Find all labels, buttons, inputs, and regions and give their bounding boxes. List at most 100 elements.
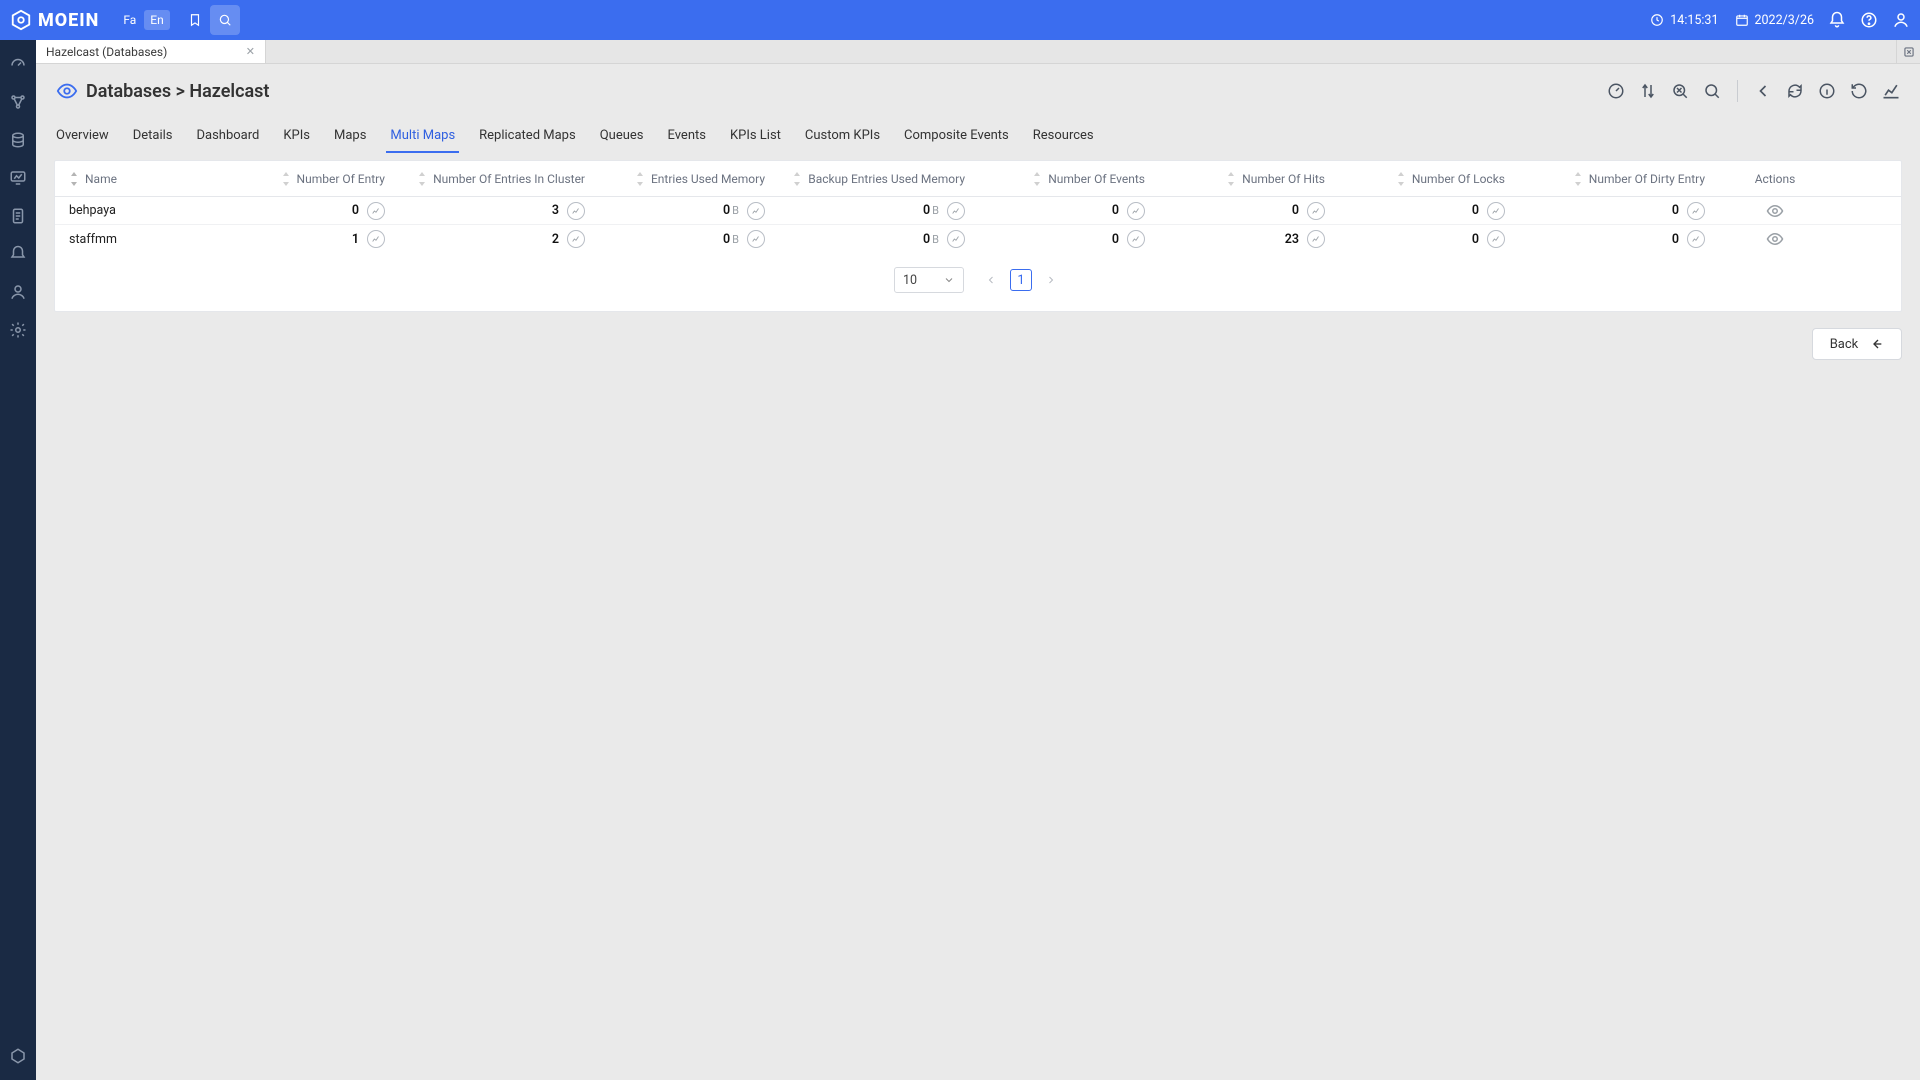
- col-cluster[interactable]: Number Of Entries In Cluster: [395, 172, 595, 186]
- subtab-kpis[interactable]: KPIs: [281, 122, 312, 153]
- toolbar-divider: [1737, 80, 1738, 102]
- user-button[interactable]: [1892, 11, 1910, 29]
- table-header: Name Number Of Entry Number Of Entries I…: [55, 161, 1901, 197]
- col-events[interactable]: Number Of Events: [975, 172, 1155, 186]
- rail-topology-icon[interactable]: [8, 92, 28, 112]
- cell-events: 0: [975, 202, 1155, 220]
- clock-time: 14:15:31: [1670, 13, 1718, 28]
- subtab-composite-events[interactable]: Composite Events: [902, 122, 1011, 153]
- rail-collapse-icon[interactable]: [8, 1046, 28, 1066]
- subtab-custom-kpis[interactable]: Custom KPIs: [803, 122, 882, 153]
- col-backup-mem[interactable]: Backup Entries Used Memory: [775, 172, 975, 186]
- history-chart-icon[interactable]: [1687, 230, 1705, 248]
- toolbar-reset-icon[interactable]: [1848, 80, 1870, 102]
- notifications-button[interactable]: [1828, 11, 1846, 29]
- history-chart-icon[interactable]: [947, 202, 965, 220]
- rail-dashboard-icon[interactable]: [8, 54, 28, 74]
- tab-close-icon[interactable]: ✕: [246, 45, 255, 58]
- col-name[interactable]: Name: [55, 172, 245, 186]
- search-button[interactable]: [210, 5, 240, 35]
- subtab-multi-maps[interactable]: Multi Maps: [388, 122, 457, 153]
- cell-entry: 0: [245, 202, 395, 220]
- history-chart-icon[interactable]: [1487, 202, 1505, 220]
- col-dirty[interactable]: Number Of Dirty Entry: [1515, 172, 1715, 186]
- lang-fa[interactable]: Fa: [117, 10, 142, 30]
- page-number[interactable]: 1: [1010, 269, 1032, 291]
- view-row-icon[interactable]: [1766, 230, 1784, 248]
- page-next[interactable]: [1040, 269, 1062, 291]
- history-chart-icon[interactable]: [747, 202, 765, 220]
- col-hits[interactable]: Number Of Hits: [1155, 172, 1335, 186]
- col-locks[interactable]: Number Of Locks: [1335, 172, 1515, 186]
- visibility-icon[interactable]: [54, 78, 80, 104]
- history-chart-icon[interactable]: [567, 202, 585, 220]
- cell-dirty: 0: [1515, 202, 1715, 220]
- rail-settings-icon[interactable]: [8, 320, 28, 340]
- history-chart-icon[interactable]: [747, 230, 765, 248]
- back-button[interactable]: Back: [1812, 328, 1902, 360]
- page-toolbar: [1605, 80, 1902, 102]
- history-chart-icon[interactable]: [1307, 230, 1325, 248]
- date: 2022/3/26: [1733, 11, 1815, 29]
- tab-hazelcast[interactable]: Hazelcast (Databases) ✕: [36, 40, 266, 63]
- cell-entry: 1: [245, 230, 395, 248]
- cell-used-mem: 0B: [595, 202, 775, 220]
- toolbar-search-icon[interactable]: [1701, 80, 1723, 102]
- subtab-dashboard[interactable]: Dashboard: [194, 122, 261, 153]
- cell-used-mem: 0B: [595, 230, 775, 248]
- cell-dirty: 0: [1515, 230, 1715, 248]
- clock-icon: [1648, 11, 1666, 29]
- brand-text: MOEIN: [38, 10, 99, 31]
- arrow-left-icon: [1868, 336, 1884, 352]
- history-chart-icon[interactable]: [947, 230, 965, 248]
- toolbar-refresh-icon[interactable]: [1784, 80, 1806, 102]
- toolbar-back-icon[interactable]: [1752, 80, 1774, 102]
- top-bar: MOEIN Fa En 14:15:31 2022/3/26: [0, 0, 1920, 40]
- rail-monitor-icon[interactable]: [8, 168, 28, 188]
- subtab-overview[interactable]: Overview: [54, 122, 111, 153]
- brand-hex-icon: [10, 9, 32, 31]
- cell-backup-mem: 0B: [775, 202, 975, 220]
- history-chart-icon[interactable]: [567, 230, 585, 248]
- rail-alerts-icon[interactable]: [8, 244, 28, 264]
- bookmark-button[interactable]: [180, 5, 210, 35]
- rail-database-icon[interactable]: [8, 130, 28, 150]
- cell-hits: 0: [1155, 202, 1335, 220]
- close-all-tabs-button[interactable]: [1896, 40, 1920, 63]
- view-row-icon[interactable]: [1766, 202, 1784, 220]
- toolbar-compare-icon[interactable]: [1637, 80, 1659, 102]
- brand[interactable]: MOEIN: [10, 9, 99, 31]
- history-chart-icon[interactable]: [1487, 230, 1505, 248]
- breadcrumb-row: Databases > Hazelcast: [54, 78, 1902, 104]
- subtab-maps[interactable]: Maps: [332, 122, 368, 153]
- toolbar-chart-icon[interactable]: [1880, 80, 1902, 102]
- subtab-events[interactable]: Events: [665, 122, 707, 153]
- history-chart-icon[interactable]: [367, 230, 385, 248]
- toolbar-zoom-cancel-icon[interactable]: [1669, 80, 1691, 102]
- history-chart-icon[interactable]: [1307, 202, 1325, 220]
- col-entry[interactable]: Number Of Entry: [245, 172, 395, 186]
- multimaps-table: Name Number Of Entry Number Of Entries I…: [54, 160, 1902, 312]
- subtab-details[interactable]: Details: [131, 122, 175, 153]
- history-chart-icon[interactable]: [1127, 230, 1145, 248]
- toolbar-gauge-icon[interactable]: [1605, 80, 1627, 102]
- rail-reports-icon[interactable]: [8, 206, 28, 226]
- subtab-queues[interactable]: Queues: [598, 122, 646, 153]
- lang-en[interactable]: En: [144, 10, 169, 30]
- history-chart-icon[interactable]: [1127, 202, 1145, 220]
- page-size-select[interactable]: 10: [894, 267, 964, 293]
- help-button[interactable]: [1860, 11, 1878, 29]
- cell-locks: 0: [1335, 202, 1515, 220]
- rail-users-icon[interactable]: [8, 282, 28, 302]
- history-chart-icon[interactable]: [367, 202, 385, 220]
- subtab-resources[interactable]: Resources: [1031, 122, 1096, 153]
- toolbar-info-icon[interactable]: [1816, 80, 1838, 102]
- breadcrumb: Databases > Hazelcast: [86, 81, 269, 102]
- subtab-kpis-list[interactable]: KPIs List: [728, 122, 783, 153]
- col-used-mem[interactable]: Entries Used Memory: [595, 172, 775, 186]
- subtab-replicated-maps[interactable]: Replicated Maps: [477, 122, 578, 153]
- page-prev[interactable]: [980, 269, 1002, 291]
- cell-locks: 0: [1335, 230, 1515, 248]
- cell-cluster: 2: [395, 230, 595, 248]
- history-chart-icon[interactable]: [1687, 202, 1705, 220]
